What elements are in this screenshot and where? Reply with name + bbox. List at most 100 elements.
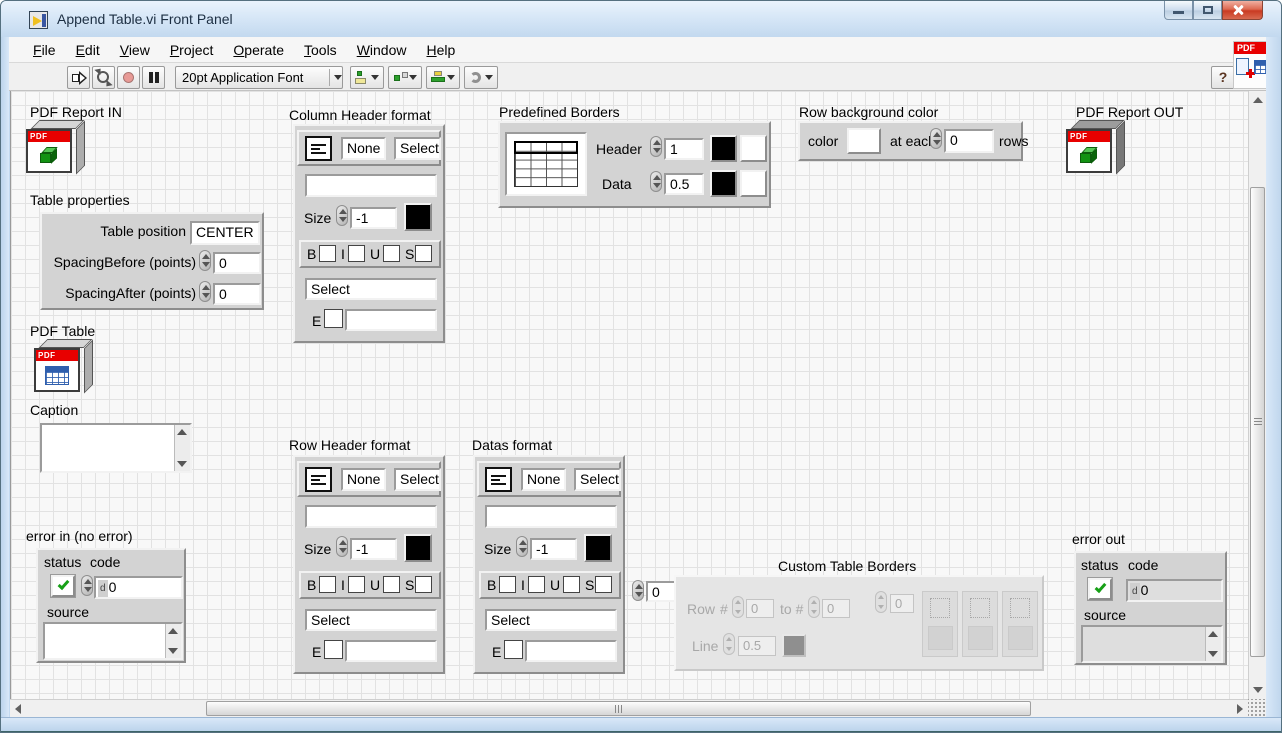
vertical-scrollbar[interactable] <box>1248 91 1266 699</box>
data-border-color-box[interactable] <box>710 170 737 197</box>
horizontal-scroll-thumb[interactable] <box>206 701 1031 716</box>
spinner-up[interactable] <box>202 254 210 259</box>
align-select-field[interactable]: Select <box>394 468 441 491</box>
size-spinner[interactable] <box>336 536 348 557</box>
scroll-right-button[interactable] <box>1230 700 1248 718</box>
run-continuous-button[interactable] <box>92 66 115 89</box>
pause-button[interactable] <box>142 66 165 89</box>
scroll-down-icon[interactable] <box>168 648 178 654</box>
interval-field[interactable]: 0 <box>944 129 994 153</box>
menu-help[interactable]: Help <box>417 39 466 61</box>
strikeout-checkbox[interactable] <box>595 576 612 593</box>
radix-indicator[interactable]: d <box>1130 583 1140 600</box>
close-button[interactable] <box>1222 1 1263 20</box>
context-help-button[interactable]: ? <box>1211 66 1235 89</box>
underline-checkbox[interactable] <box>563 576 580 593</box>
pdf-report-in-control[interactable]: PDF <box>26 120 86 176</box>
abort-button[interactable] <box>117 66 140 89</box>
underline-checkbox[interactable] <box>383 245 400 262</box>
pdf-table-control[interactable]: PDF <box>34 339 94 395</box>
spinner-up[interactable] <box>653 175 661 180</box>
header-width-field[interactable]: 1 <box>664 138 704 160</box>
enable-checkbox[interactable] <box>324 309 343 328</box>
spinner-down[interactable] <box>635 592 643 597</box>
font-name-field[interactable]: Select <box>485 609 617 631</box>
scroll-up-button[interactable] <box>1249 91 1267 109</box>
data-fill-color-box[interactable] <box>740 170 767 197</box>
format-text-field[interactable] <box>305 174 437 197</box>
align-none-field[interactable]: None <box>341 468 386 491</box>
vertical-scroll-thumb[interactable] <box>1250 187 1265 657</box>
scroll-down-icon[interactable] <box>177 461 187 467</box>
resize-grip[interactable] <box>1248 699 1266 717</box>
spinner-up[interactable] <box>339 209 347 214</box>
data-width-spinner[interactable] <box>650 171 662 192</box>
table-position-field[interactable]: CENTER <box>190 221 260 245</box>
resize-objects-dropdown[interactable] <box>426 66 460 89</box>
scroll-down-icon[interactable] <box>1208 651 1218 657</box>
maximize-button[interactable] <box>1193 1 1222 20</box>
size-field[interactable]: -1 <box>530 538 577 560</box>
spinner-up[interactable] <box>339 540 347 545</box>
menu-operate[interactable]: Operate <box>223 39 294 61</box>
reorder-dropdown[interactable] <box>464 66 498 89</box>
source-textbox[interactable] <box>1081 625 1223 663</box>
distribute-objects-dropdown[interactable] <box>388 66 422 89</box>
menu-project[interactable]: Project <box>160 39 224 61</box>
menu-edit[interactable]: Edit <box>66 39 110 61</box>
menu-file[interactable]: File <box>23 39 66 61</box>
scroll-up-icon[interactable] <box>177 429 187 435</box>
spinner-up[interactable] <box>635 584 643 589</box>
source-scrollbar[interactable] <box>1205 627 1221 661</box>
format-text-field[interactable] <box>485 505 617 528</box>
status-boolean[interactable] <box>1088 578 1112 600</box>
size-spinner[interactable] <box>336 205 348 226</box>
enable-text-field[interactable] <box>345 640 437 662</box>
bold-checkbox[interactable] <box>319 245 336 262</box>
spinner-down[interactable] <box>339 548 347 553</box>
pdf-report-out-indicator[interactable]: PDF <box>1066 120 1126 176</box>
text-color-box[interactable] <box>404 203 432 231</box>
menu-view[interactable]: View <box>110 39 160 61</box>
italic-checkbox[interactable] <box>528 576 545 593</box>
spinner-up[interactable] <box>519 540 527 545</box>
spinner-up[interactable] <box>84 579 92 584</box>
align-select-field[interactable]: Select <box>574 468 621 491</box>
spinner-down[interactable] <box>339 217 347 222</box>
bold-checkbox[interactable] <box>319 576 336 593</box>
code-field[interactable]: d0 <box>1126 579 1223 602</box>
radix-indicator[interactable]: d <box>98 580 108 597</box>
italic-checkbox[interactable] <box>348 245 365 262</box>
font-selector[interactable]: 20pt Application Font <box>175 66 343 89</box>
code-spinner[interactable] <box>81 575 93 596</box>
minimize-button[interactable] <box>1164 1 1193 20</box>
text-align-button[interactable] <box>485 467 512 492</box>
font-name-field[interactable]: Select <box>305 278 437 300</box>
header-border-color-box[interactable] <box>710 135 737 162</box>
spinner-up[interactable] <box>653 140 661 145</box>
font-name-field[interactable]: Select <box>305 609 437 631</box>
enable-checkbox[interactable] <box>504 640 523 659</box>
border-index-spinner[interactable] <box>632 580 644 601</box>
size-spinner[interactable] <box>516 536 528 557</box>
align-select-field[interactable]: Select <box>394 137 441 160</box>
spinner-down[interactable] <box>933 140 941 145</box>
spacing-before-field[interactable]: 0 <box>213 252 261 274</box>
strikeout-checkbox[interactable] <box>415 245 432 262</box>
enable-text-field[interactable] <box>525 640 617 662</box>
bold-checkbox[interactable] <box>499 576 516 593</box>
enable-text-field[interactable] <box>345 309 437 331</box>
border-index-field[interactable]: 0 <box>646 581 676 602</box>
status-boolean[interactable] <box>51 575 75 597</box>
align-none-field[interactable]: None <box>521 468 566 491</box>
source-scrollbar[interactable] <box>165 624 181 658</box>
align-objects-dropdown[interactable] <box>350 66 384 89</box>
italic-checkbox[interactable] <box>348 576 365 593</box>
enable-checkbox[interactable] <box>324 640 343 659</box>
underline-checkbox[interactable] <box>383 576 400 593</box>
format-text-field[interactable] <box>305 505 437 528</box>
menu-tools[interactable]: Tools <box>294 39 347 61</box>
text-align-button[interactable] <box>305 136 332 161</box>
row-color-box[interactable] <box>847 128 881 154</box>
interval-spinner[interactable] <box>930 128 942 149</box>
